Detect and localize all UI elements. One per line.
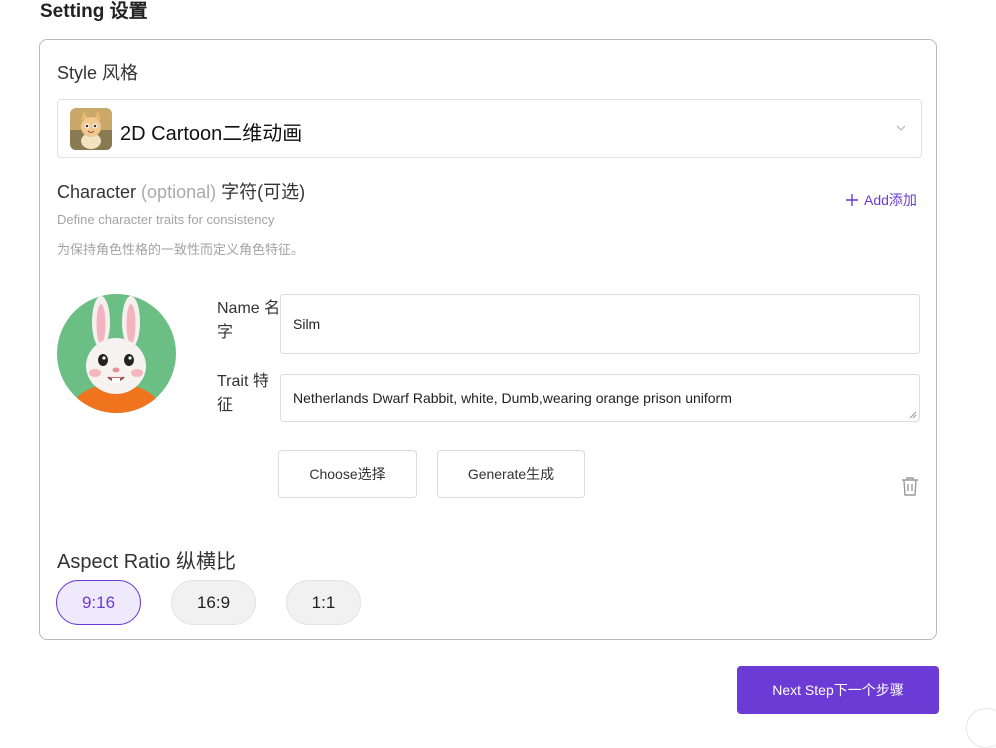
optional-tag: (optional) [141, 182, 217, 202]
style-label: Style 风格 [57, 63, 139, 83]
generate-button[interactable]: Generate生成 [437, 450, 585, 498]
character-label: Character (optional) 字符(可选) [57, 178, 305, 204]
character-avatar [57, 294, 176, 413]
page-title: Setting 设置 [40, 1, 148, 22]
plus-icon [846, 194, 858, 206]
floating-circle-button[interactable] [966, 708, 996, 748]
character-label-cn: 字符(可选) [221, 182, 306, 202]
style-select[interactable]: 2D Cartoon二维动画 [57, 99, 922, 158]
add-character-button[interactable]: Add添加 [846, 190, 917, 210]
trash-icon[interactable] [901, 476, 919, 496]
name-field-value: Silm [293, 316, 321, 332]
character-hint-en: Define character traits for consistency [57, 212, 275, 227]
next-step-button[interactable]: Next Step下一个步骤 [737, 666, 939, 714]
settings-card: Style 风格 2D Cartoon二维动画 Character (optio… [39, 39, 937, 640]
cartoon-cat-thumbnail-icon [70, 108, 112, 150]
ratio-option-1-1[interactable]: 1:1 [286, 580, 361, 625]
name-label: Name 名字 [217, 300, 281, 341]
character-label-text: Character [57, 182, 137, 202]
character-hint-cn: 为保持角色性格的一致性而定义角色特征。 [57, 242, 305, 257]
style-selected-value: 2D Cartoon二维动画 [120, 123, 303, 145]
ratio-option-16-9[interactable]: 16:9 [171, 580, 256, 625]
ratio-option-9-16[interactable]: 9:16 [56, 580, 141, 625]
chevron-down-icon [896, 125, 906, 131]
trait-label: Trait 特征 [217, 373, 269, 414]
name-field[interactable]: Silm [280, 294, 920, 354]
choose-button[interactable]: Choose选择 [278, 450, 417, 498]
aspect-ratio-label: Aspect Ratio 纵横比 [57, 551, 236, 573]
add-character-label: Add添加 [864, 192, 917, 208]
trait-field[interactable]: Netherlands Dwarf Rabbit, white, Dumb,we… [280, 374, 920, 422]
resize-handle-icon[interactable] [909, 411, 917, 419]
trait-field-value: Netherlands Dwarf Rabbit, white, Dumb,we… [293, 390, 732, 406]
